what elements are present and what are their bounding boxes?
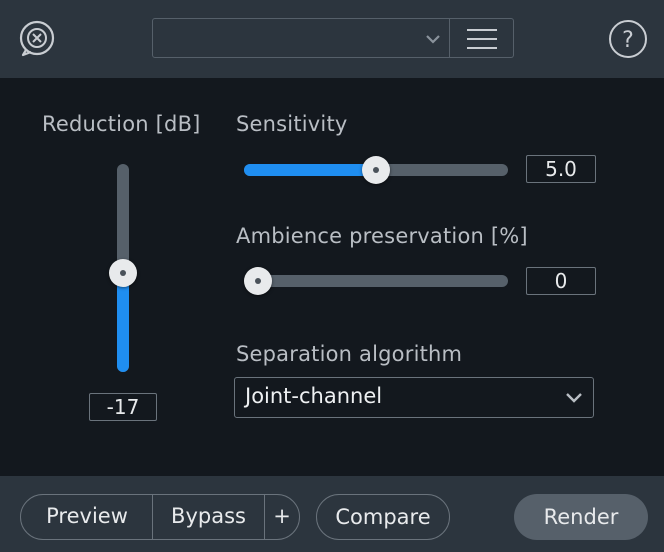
bypass-button[interactable]: Bypass [153, 494, 264, 540]
reduction-slider-fill [117, 273, 129, 372]
compare-button[interactable]: Compare [316, 494, 450, 540]
chevron-down-icon [566, 393, 582, 403]
sensitivity-slider-handle[interactable] [362, 156, 390, 184]
help-button[interactable]: ? [608, 19, 648, 59]
ambience-slider-track[interactable] [244, 275, 508, 287]
chevron-down-icon [426, 35, 440, 44]
ambience-label: Ambience preservation [%] [236, 224, 528, 248]
preset-dropdown[interactable] [152, 18, 450, 58]
svg-text:?: ? [622, 28, 634, 53]
reduction-label: Reduction [dB] [42, 112, 201, 136]
sensitivity-label: Sensitivity [236, 112, 348, 136]
algorithm-dropdown[interactable]: Joint-channel [234, 377, 594, 418]
menu-button[interactable] [450, 18, 514, 58]
algorithm-label: Separation algorithm [236, 342, 463, 366]
sensitivity-value-field[interactable]: 5.0 [526, 155, 596, 183]
reduction-value-field[interactable]: -17 [89, 393, 157, 421]
audio-plugin-logo-icon [18, 19, 56, 57]
ambience-value-field[interactable]: 0 [526, 267, 596, 295]
ambience-slider-handle[interactable] [244, 267, 272, 295]
hamburger-menu-icon [467, 29, 497, 49]
render-button[interactable]: Render [514, 494, 648, 540]
preview-button[interactable]: Preview [22, 494, 152, 540]
sensitivity-slider-fill [244, 164, 376, 176]
help-icon: ? [609, 20, 647, 58]
add-bypass-button[interactable]: + [265, 494, 299, 540]
algorithm-selected-value: Joint-channel [245, 384, 383, 408]
